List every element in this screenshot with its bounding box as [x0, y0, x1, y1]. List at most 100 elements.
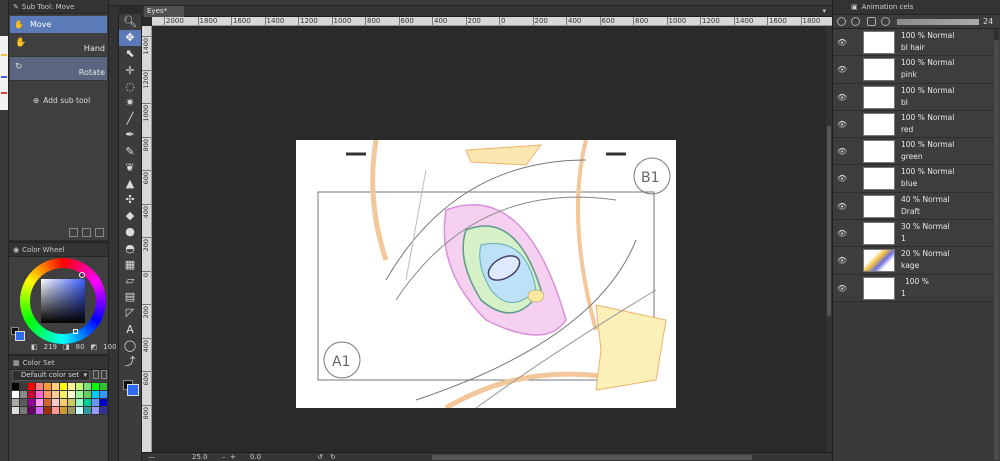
subtool-hand[interactable]: ✋ Hand	[10, 33, 107, 57]
lock-toggle-icon[interactable]: ·	[850, 202, 852, 210]
rotate-left-icon[interactable]: ↺	[317, 453, 323, 461]
color-swatch[interactable]	[52, 383, 60, 391]
lock-toggle-icon[interactable]: ·	[850, 174, 852, 182]
layer-row[interactable]: 👁︎ · 100 % Normal green	[833, 138, 1000, 166]
color-swatch[interactable]	[20, 383, 28, 391]
eye-icon[interactable]: 👁︎	[837, 202, 847, 211]
color-swatch[interactable]	[100, 399, 108, 407]
canvas-paper[interactable]: A1 B1	[296, 140, 676, 408]
magic-wand-icon[interactable]: ✷	[119, 95, 141, 111]
blend-icon[interactable]: ●	[119, 224, 141, 240]
color-swatch[interactable]	[76, 399, 84, 407]
layer-row[interactable]: 👁︎ · 100 % Normal pink	[833, 56, 1000, 84]
canvas-tab[interactable]: Eyes*	[144, 6, 184, 17]
gradient-icon[interactable]: ▦	[119, 257, 141, 273]
eye-icon[interactable]: 👁︎	[837, 147, 847, 156]
eyedropper-icon[interactable]: ╱	[119, 111, 141, 127]
eye-icon[interactable]: 👁︎	[837, 174, 847, 183]
lock-toggle-icon[interactable]: ·	[850, 93, 852, 101]
layer-row[interactable]: 👁︎ · 30 % Normal 1	[833, 220, 1000, 248]
color-swatch[interactable]	[20, 407, 28, 415]
color-swatch[interactable]	[36, 399, 44, 407]
color-swatch[interactable]	[52, 399, 60, 407]
layer-row[interactable]: 👁︎ · 20 % Normal kage	[833, 247, 1000, 275]
decoration-icon[interactable]: ✣	[119, 192, 141, 208]
brightness-value[interactable]: 100	[103, 343, 116, 351]
delete-subtool-icon[interactable]	[95, 228, 104, 237]
color-swatch[interactable]	[12, 383, 20, 391]
opacity-value[interactable]: 24	[983, 15, 993, 29]
lock-toggle-icon[interactable]: ·	[850, 284, 852, 292]
eye-icon[interactable]: 👁︎	[837, 65, 847, 74]
color-set-dropdown[interactable]: Default color set	[12, 370, 90, 381]
move-icon[interactable]: ✥	[119, 30, 141, 47]
toolbar-color-swatch[interactable]	[123, 380, 139, 396]
color-swatch[interactable]	[44, 407, 52, 415]
eye-icon[interactable]: 👁︎	[837, 120, 847, 129]
eraser-icon[interactable]: ◆	[119, 208, 141, 224]
hue-value[interactable]: 219	[44, 343, 57, 351]
color-swatch[interactable]	[28, 383, 36, 391]
pencil-icon[interactable]: ✎	[119, 144, 141, 160]
brush-icon[interactable]: ❦	[119, 160, 141, 176]
color-swatch[interactable]	[84, 399, 92, 407]
color-swatch[interactable]	[12, 399, 20, 407]
operation-icon[interactable]: ⬉	[119, 46, 141, 62]
color-swatch[interactable]	[100, 391, 108, 399]
lasso-icon[interactable]: ◌	[119, 79, 141, 95]
color-swatch[interactable]	[84, 383, 92, 391]
add-subtool-button[interactable]: ⊕ Add sub tool	[33, 96, 90, 105]
navigate-icon[interactable]: —	[148, 453, 155, 461]
color-swatch[interactable]	[92, 399, 100, 407]
color-swatch[interactable]	[28, 391, 36, 399]
color-swatch[interactable]	[20, 391, 28, 399]
color-swatch[interactable]	[76, 407, 84, 415]
color-swatch[interactable]	[12, 407, 20, 415]
main-color-swatch[interactable]	[15, 331, 25, 341]
color-swatch[interactable]	[60, 391, 68, 399]
saturation-value[interactable]: 80	[76, 343, 85, 351]
layer-scrollbar[interactable]	[994, 30, 999, 461]
color-swatch[interactable]	[100, 383, 108, 391]
color-swatch[interactable]	[28, 407, 36, 415]
hue-marker[interactable]	[79, 272, 85, 278]
eye-icon[interactable]: 👁︎	[837, 38, 847, 47]
ruler-icon[interactable]: ◸	[119, 305, 141, 321]
zoom-out-icon[interactable]: –	[222, 453, 226, 461]
lock-toggle-icon[interactable]: ·	[850, 256, 852, 264]
color-swatch[interactable]	[60, 399, 68, 407]
color-swatch[interactable]	[76, 383, 84, 391]
duplicate-subtool-icon[interactable]	[82, 228, 91, 237]
lock-toggle-icon[interactable]: ·	[850, 38, 852, 46]
eye-icon[interactable]: 👁︎	[837, 93, 847, 102]
eye-icon[interactable]: 👁︎	[837, 256, 847, 265]
frame-icon[interactable]: ▤	[119, 289, 141, 305]
color-swatch[interactable]	[84, 407, 92, 415]
toolbar-main-color[interactable]	[127, 384, 139, 396]
color-swatch[interactable]	[36, 383, 44, 391]
rotate-right-icon[interactable]: ↻	[330, 453, 336, 461]
color-swatch[interactable]	[20, 399, 28, 407]
opacity-slider[interactable]	[897, 19, 979, 25]
pen-icon[interactable]: ✒	[119, 127, 141, 143]
layer-scroll-thumb[interactable]	[994, 40, 999, 460]
color-set-menu-icon[interactable]	[93, 370, 99, 379]
color-swatch[interactable]	[36, 391, 44, 399]
color-swatch[interactable]	[44, 383, 52, 391]
color-swatch[interactable]	[60, 407, 68, 415]
figure-icon[interactable]: ▱	[119, 273, 141, 289]
scroll-thumb[interactable]	[827, 126, 831, 316]
layer-mode-icon[interactable]	[851, 17, 860, 26]
color-swatch[interactable]	[84, 391, 92, 399]
color-swatch[interactable]	[100, 407, 108, 415]
text-icon[interactable]: A	[119, 322, 141, 338]
subtool-rotate[interactable]: ↻ Rotate	[10, 57, 107, 81]
color-swatch[interactable]	[52, 407, 60, 415]
angle-value[interactable]: 0.0	[250, 453, 261, 461]
current-color-swatches[interactable]	[11, 327, 25, 341]
zoom-in-icon[interactable]: +	[230, 453, 236, 461]
move-layer-icon[interactable]: ✛	[119, 63, 141, 79]
color-swatch[interactable]	[44, 391, 52, 399]
balloon-icon[interactable]: ◯	[119, 338, 141, 354]
layer-row[interactable]: 👁︎ · 100 % Normal bl hair	[833, 29, 1000, 57]
